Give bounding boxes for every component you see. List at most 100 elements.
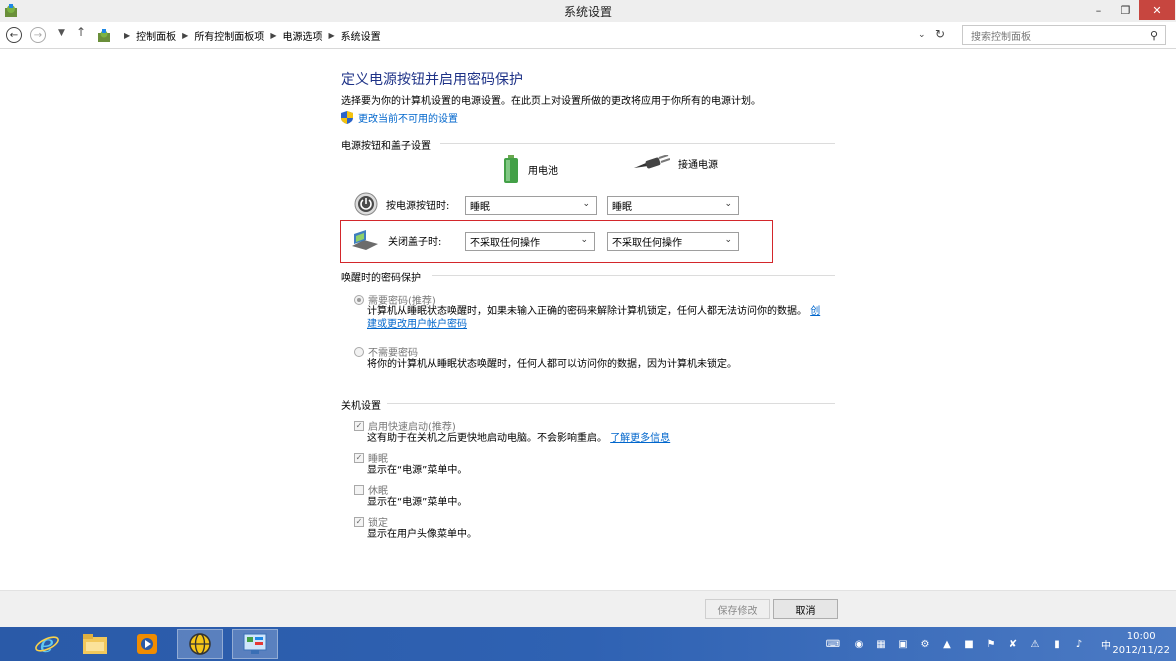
address-dropdown[interactable]: ⌄ [918, 30, 926, 40]
refresh-icon[interactable]: ↻ [935, 27, 945, 41]
sleep-label: 睡眠 [368, 454, 388, 465]
usb-icon[interactable]: ▲ [939, 636, 955, 652]
no-password-label: 不需要密码 [368, 348, 418, 359]
signal-icon[interactable]: ▮ [1049, 636, 1065, 652]
chevron-right-icon: ▶ [270, 31, 277, 40]
divider [432, 275, 835, 276]
laptop-lid-icon [352, 230, 378, 250]
page-title: 定义电源按钮并启用密码保护 [341, 72, 523, 88]
change-settings-link[interactable]: 更改当前不可用的设置 [341, 110, 458, 125]
plug-icon [634, 155, 670, 169]
tools-icon[interactable]: ✘ [1005, 636, 1021, 652]
hibernate-desc: 显示在“电源”菜单中。 [367, 497, 468, 508]
maximize-button[interactable]: ❐ [1112, 0, 1139, 20]
lock-label: 锁定 [368, 518, 388, 529]
settings-icon[interactable]: ⚙ [917, 636, 933, 652]
minimize-button[interactable]: – [1085, 0, 1112, 20]
up-button[interactable]: ↑ [76, 25, 86, 39]
search-placeholder: 搜索控制面板 [971, 31, 1031, 43]
select-value: 睡眠 [612, 202, 632, 213]
fast-startup-checkbox[interactable]: ✓ 启用快速启动(推荐) [354, 418, 456, 433]
taskbar: e ⌨ ◉ ▦ ▣ ⚙ ▲ ■ ⚑ ✘ ⚠ ▮ ♪ 中 10:00 2012/1… [0, 627, 1176, 661]
select-value: 不采取任何操作 [612, 238, 682, 249]
ie-icon[interactable]: e [24, 629, 70, 659]
select-value: 不采取任何操作 [470, 238, 540, 249]
radio-button[interactable] [354, 294, 364, 305]
checkbox[interactable] [354, 484, 364, 495]
fast-startup-text: 这有助于在关机之后更快地启动电脑。不会影响重启。 [367, 433, 607, 444]
change-settings-label[interactable]: 更改当前不可用的设置 [358, 110, 458, 125]
power-button-row: 按电源按钮时: [354, 192, 449, 216]
hibernate-label: 休眠 [368, 486, 388, 497]
play-icon [137, 634, 157, 654]
recent-pages-dropdown[interactable]: ▼ [58, 28, 65, 38]
clock-date: 2012/11/22 [1112, 645, 1170, 656]
breadcrumb-item[interactable]: 所有控制面板项 [194, 28, 264, 43]
shield-icon [341, 111, 353, 124]
no-password-radio[interactable]: 不需要密码 [354, 344, 418, 359]
lock-checkbox[interactable]: ✓ 锁定 [354, 514, 388, 529]
chevron-down-icon: ⌄ [724, 199, 732, 209]
media-player-icon[interactable] [124, 629, 170, 659]
power-section-label: 电源按钮和盖子设置 [341, 141, 431, 152]
clock[interactable]: 10:00 2012/11/22 [1112, 630, 1170, 658]
file-explorer-icon[interactable] [72, 629, 118, 659]
chat-icon[interactable]: ■ [961, 636, 977, 652]
flag-icon[interactable]: ⚑ [983, 636, 999, 652]
breadcrumb[interactable]: ▶ 控制面板 ▶ 所有控制面板项 ▶ 电源选项 ▶ 系统设置 [96, 26, 952, 45]
globe-icon[interactable] [177, 629, 223, 659]
checkbox[interactable]: ✓ [354, 420, 364, 431]
search-input[interactable]: 搜索控制面板 ⚲ [962, 25, 1166, 45]
battery-column-header: 用电池 [502, 155, 558, 183]
cancel-button[interactable]: 取消 [773, 599, 838, 619]
chevron-right-icon: ▶ [124, 31, 131, 40]
folder-icon [83, 634, 107, 654]
save-button[interactable]: 保存修改 [705, 599, 770, 619]
chevron-down-icon: ⌄ [724, 235, 732, 245]
lid-close-label: 关闭盖子时: [388, 236, 442, 248]
power-button-icon [354, 192, 378, 216]
learn-more-link[interactable]: 了解更多信息 [610, 433, 670, 444]
security-icon[interactable]: ⚠ [1027, 636, 1043, 652]
keyboard-icon[interactable]: ⌨ [821, 636, 845, 652]
radio-button[interactable] [354, 346, 364, 357]
checkbox[interactable]: ✓ [354, 516, 364, 527]
clock-time: 10:00 [1126, 631, 1156, 642]
display-icon[interactable]: ▣ [895, 636, 911, 652]
back-button[interactable]: ← [6, 27, 22, 43]
power-button-battery-select[interactable]: 睡眠 ⌄ [465, 196, 597, 215]
lid-close-plugged-select[interactable]: 不采取任何操作 ⌄ [607, 232, 739, 251]
forward-button[interactable]: → [30, 27, 46, 43]
control-panel-icon [98, 28, 110, 42]
main-content: 定义电源按钮并启用密码保护 选择要为你的计算机设置的电源设置。在此页上对设置所做… [0, 49, 1176, 590]
chevron-down-icon: ⌄ [582, 199, 590, 209]
svg-text:e: e [40, 631, 54, 657]
control-panel-task-icon[interactable] [232, 629, 278, 659]
no-password-desc: 将你的计算机从睡眠状态唤醒时，任何人都可以访问你的数据，因为计算机未锁定。 [367, 359, 737, 370]
breadcrumb-item[interactable]: 电源选项 [282, 28, 322, 43]
select-value: 睡眠 [470, 202, 490, 213]
network-icon[interactable]: ◉ [851, 636, 867, 652]
address-bar: ← → ▼ ↑ ▶ 控制面板 ▶ 所有控制面板项 ▶ 电源选项 ▶ 系统设置 ⌄… [0, 22, 1176, 49]
battery-label: 用电池 [528, 165, 558, 177]
control-panel-logo [243, 633, 267, 654]
require-password-desc: 计算机从睡眠状态唤醒时，如果未输入正确的密码来解除计算机锁定，任何人都无法访问你… [367, 305, 829, 331]
volume-icon[interactable]: ♪ [1071, 636, 1087, 652]
system-tray: ⌨ ◉ ▦ ▣ ⚙ ▲ ■ ⚑ ✘ ⚠ ▮ ♪ 中 [818, 627, 1117, 661]
lid-close-battery-select[interactable]: 不采取任何操作 ⌄ [465, 232, 595, 251]
ie-logo: e [35, 631, 59, 657]
breadcrumb-item[interactable]: 控制面板 [136, 28, 176, 43]
sleep-checkbox[interactable]: ✓ 睡眠 [354, 450, 388, 465]
breadcrumb-item[interactable]: 系统设置 [341, 28, 381, 43]
lock-desc: 显示在用户头像菜单中。 [367, 529, 477, 540]
storage-icon[interactable]: ▦ [873, 636, 889, 652]
chevron-right-icon: ▶ [182, 31, 189, 40]
title-bar: 系统设置 – ❐ ✕ [0, 0, 1176, 22]
close-button[interactable]: ✕ [1139, 0, 1175, 20]
hibernate-checkbox[interactable]: 休眠 [354, 482, 388, 497]
plugged-column-header: 接通电源 [632, 155, 718, 171]
search-icon[interactable]: ⚲ [1150, 29, 1158, 42]
lid-close-row: 关闭盖子时: [350, 228, 441, 252]
checkbox[interactable]: ✓ [354, 452, 364, 463]
power-button-plugged-select[interactable]: 睡眠 ⌄ [607, 196, 739, 215]
